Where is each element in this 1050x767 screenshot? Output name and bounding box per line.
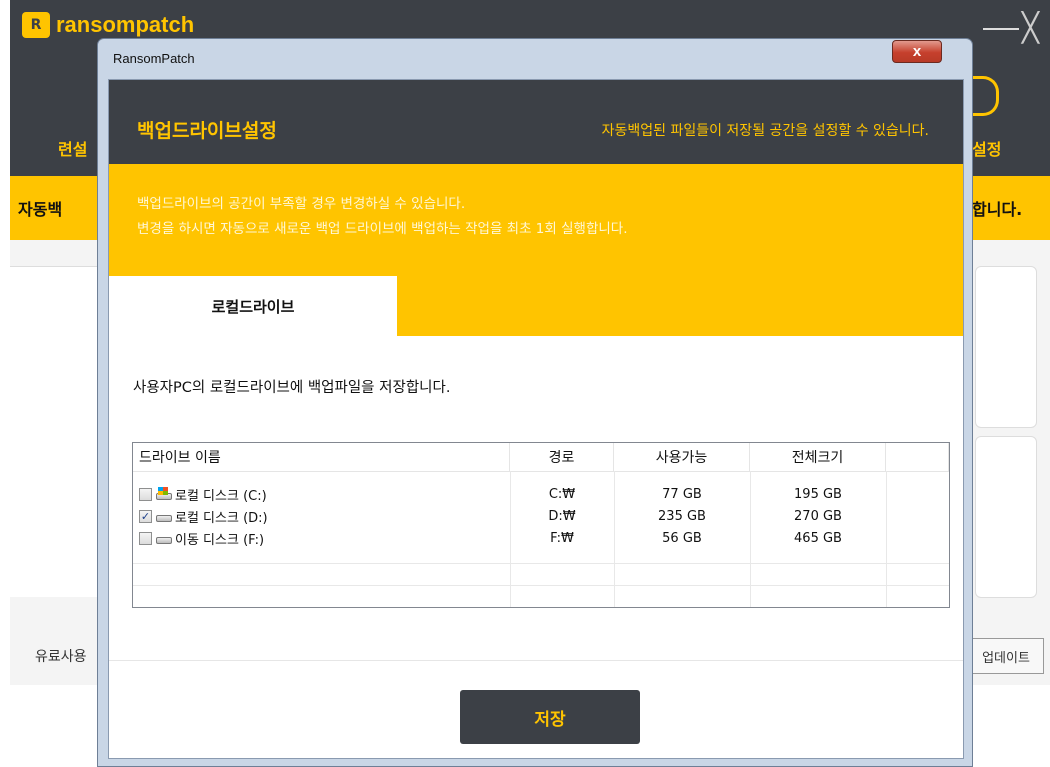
drive-path: C:₩ bbox=[548, 486, 576, 502]
table-row[interactable]: ✓ 로컬 디스크 (D:) D:₩ 235 GB 270 GB bbox=[133, 505, 949, 527]
drive-checkbox-checked[interactable]: ✓ bbox=[139, 509, 152, 523]
header-path[interactable]: 경로 bbox=[510, 443, 614, 471]
drive-checkbox[interactable] bbox=[139, 487, 152, 501]
drive-list-table: 드라이브 이름 경로 사용가능 전체크기 로컬 디스크 (C:) C:₩ 77 … bbox=[132, 442, 950, 608]
drive-available: 235 GB bbox=[658, 508, 706, 524]
drive-name: 이동 디스크 (F:) bbox=[175, 532, 265, 548]
windows-drive-icon bbox=[155, 487, 173, 501]
local-drive-description: 사용자PC의 로컬드라이브에 백업파일을 저장합니다. bbox=[133, 380, 451, 396]
main-left-panel bbox=[10, 266, 100, 597]
table-row[interactable]: 이동 디스크 (F:) F:₩ 56 GB 465 GB bbox=[133, 527, 949, 549]
info-text-line2: 변경을 하시면 자동으로 새로운 백업 드라이브에 백업하는 작업을 최초 1회… bbox=[137, 221, 628, 237]
paid-user-label: 유료사용 bbox=[35, 649, 87, 665]
update-button[interactable]: 업데이트 bbox=[968, 638, 1044, 674]
settings-gear-icon[interactable] bbox=[972, 76, 999, 116]
header-filler bbox=[886, 443, 949, 471]
logo-text: ransompatch bbox=[56, 12, 195, 37]
dialog-window-title: RansomPatch bbox=[113, 51, 195, 66]
header-drive-name[interactable]: 드라이브 이름 bbox=[133, 443, 510, 471]
main-card bbox=[975, 266, 1037, 428]
dialog-header: 백업드라이브설정 자동백업된 파일들이 저장될 공간을 설정할 수 있습니다. bbox=[109, 80, 963, 164]
nav-item-license[interactable]: 련설 bbox=[58, 136, 87, 160]
minimize-button[interactable] bbox=[983, 28, 1019, 30]
drive-total: 195 GB bbox=[794, 486, 842, 502]
dialog-title: 백업드라이브설정 bbox=[137, 120, 277, 142]
drive-total: 270 GB bbox=[794, 508, 842, 524]
drive-path: D:₩ bbox=[548, 508, 576, 524]
tab-local-drive[interactable]: 로컬드라이브 bbox=[109, 276, 397, 336]
hard-drive-icon bbox=[155, 531, 173, 545]
save-button[interactable]: 저장 bbox=[460, 690, 640, 744]
main-card bbox=[975, 436, 1037, 598]
drive-available: 77 GB bbox=[662, 486, 702, 502]
grid-line bbox=[133, 585, 949, 586]
dialog-subtitle: 자동백업된 파일들이 저장될 공간을 설정할 수 있습니다. bbox=[601, 123, 929, 139]
logo-icon: R bbox=[22, 12, 50, 38]
hard-drive-icon bbox=[155, 509, 173, 523]
drive-name-cell: 이동 디스크 (F:) bbox=[133, 527, 510, 549]
main-info-text-left: 자동백 bbox=[18, 200, 63, 219]
footer-divider bbox=[109, 660, 963, 661]
main-close-icon[interactable]: ╳ bbox=[1022, 14, 1039, 42]
header-available[interactable]: 사용가능 bbox=[614, 443, 750, 471]
grid-line bbox=[133, 563, 949, 564]
app-logo: R ransompatch bbox=[22, 12, 194, 38]
drive-name: 로컬 디스크 (D:) bbox=[175, 510, 268, 526]
nav-item-settings[interactable]: 설정 bbox=[972, 136, 1001, 160]
dialog-content: 백업드라이브설정 자동백업된 파일들이 저장될 공간을 설정할 수 있습니다. … bbox=[108, 79, 964, 759]
drive-name-cell: ✓ 로컬 디스크 (D:) bbox=[133, 505, 510, 527]
header-total-size[interactable]: 전체크기 bbox=[750, 443, 886, 471]
drive-total: 465 GB bbox=[794, 530, 842, 546]
backup-drive-dialog: RansomPatch x 백업드라이브설정 자동백업된 파일들이 저장될 공간… bbox=[97, 38, 973, 767]
drive-name-cell: 로컬 디스크 (C:) bbox=[133, 483, 510, 505]
dialog-titlebar[interactable]: RansomPatch x bbox=[98, 39, 972, 79]
dialog-close-button[interactable]: x bbox=[892, 40, 942, 63]
table-header-row: 드라이브 이름 경로 사용가능 전체크기 bbox=[133, 443, 949, 472]
drive-available: 56 GB bbox=[662, 530, 702, 546]
main-info-text-right: 합니다. bbox=[972, 200, 1023, 219]
drive-path: F:₩ bbox=[550, 530, 574, 546]
drive-name: 로컬 디스크 (C:) bbox=[175, 488, 267, 504]
drive-checkbox[interactable] bbox=[139, 531, 152, 545]
table-row[interactable]: 로컬 디스크 (C:) C:₩ 77 GB 195 GB bbox=[133, 483, 949, 505]
info-text-line1: 백업드라이브의 공간이 부족할 경우 변경하실 수 있습니다. bbox=[137, 196, 466, 212]
